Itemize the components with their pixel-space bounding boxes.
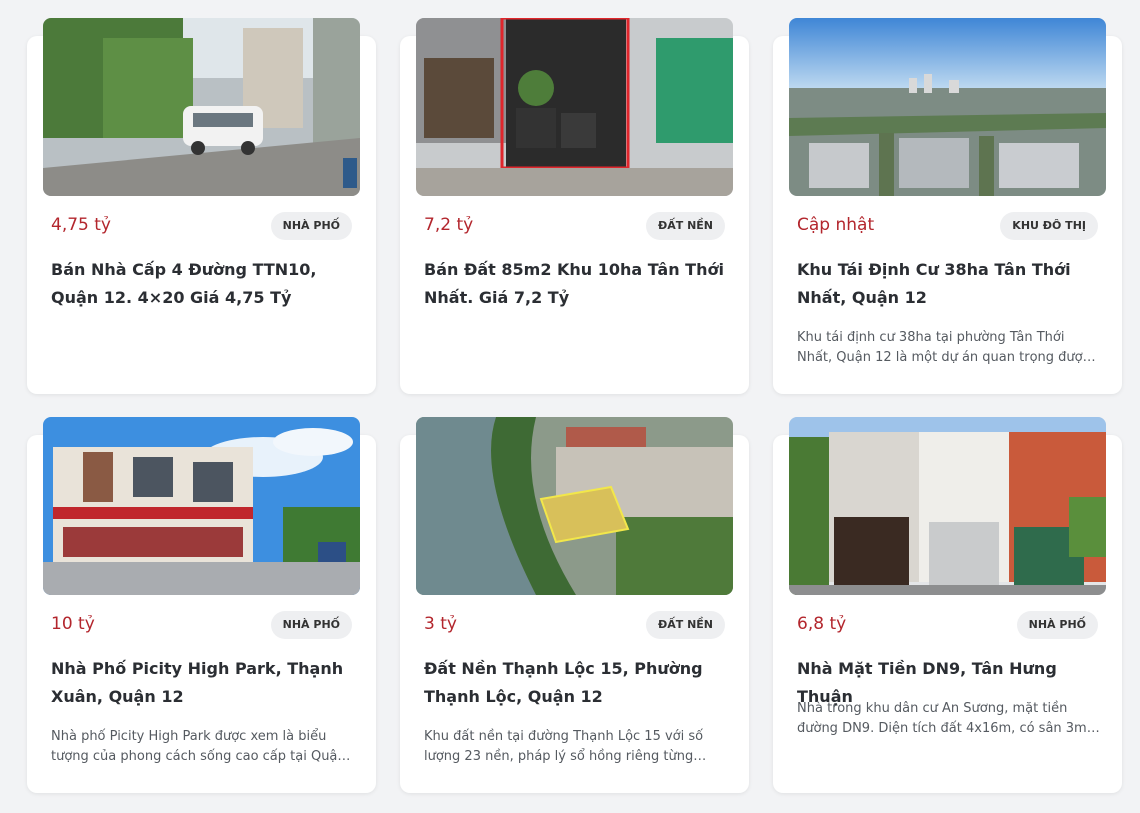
listing-photo[interactable]: [789, 417, 1106, 595]
category-badge[interactable]: KHU ĐÔ THỊ: [1000, 212, 1098, 240]
listing-price: 3 tỷ: [424, 614, 457, 634]
category-badge[interactable]: ĐẤT NỀN: [646, 611, 725, 639]
listing-price: Cập nhật: [797, 215, 875, 235]
listing-photo[interactable]: [416, 417, 733, 595]
listing-description: Nhà trong khu dân cư An Sương, mặt tiền …: [797, 701, 1091, 736]
listing-price: 4,75 tỷ: [51, 215, 111, 235]
listing-description: Nhà phố Picity High Park được xem là biể…: [51, 729, 346, 764]
listing-title[interactable]: Nhà Phố Picity High Park, Thạnh Xuân, Qu…: [51, 655, 360, 711]
listing-description: Khu tái định cư 38ha tại phường Tân Thới…: [797, 330, 1090, 365]
listing-card[interactable]: 4,75 tỷ NHÀ PHỐ Bán Nhà Cấp 4 Đường TTN1…: [27, 18, 376, 394]
listing-card[interactable]: 3 tỷ ĐẤT NỀN Đất Nền Thạnh Lộc 15, Phườn…: [400, 417, 749, 793]
listing-photo[interactable]: [789, 18, 1106, 196]
listing-title[interactable]: Đất Nền Thạnh Lộc 15, Phường Thạnh Lộc, …: [424, 655, 733, 711]
listing-title[interactable]: Bán Đất 85m2 Khu 10ha Tân Thới Nhất. Giá…: [424, 256, 733, 312]
listing-card[interactable]: 10 tỷ NHÀ PHỐ Nhà Phố Picity High Park, …: [27, 417, 376, 793]
listing-title[interactable]: Khu Tái Định Cư 38ha Tân Thới Nhất, Quận…: [797, 256, 1106, 312]
listing-price: 7,2 tỷ: [424, 215, 474, 235]
listing-card[interactable]: 7,2 tỷ ĐẤT NỀN Bán Đất 85m2 Khu 10ha Tân…: [400, 18, 749, 394]
listing-title[interactable]: Bán Nhà Cấp 4 Đường TTN10, Quận 12. 4×20…: [51, 256, 360, 312]
category-badge[interactable]: NHÀ PHỐ: [270, 212, 352, 240]
listing-description: Khu đất nền tại đường Thạnh Lộc 15 với s…: [424, 729, 704, 764]
category-badge[interactable]: ĐẤT NỀN: [646, 212, 725, 240]
listing-photo[interactable]: [43, 18, 360, 196]
listing-card[interactable]: 6,8 tỷ NHÀ PHỐ Nhà Mặt Tiền DN9, Tân Hưn…: [773, 417, 1122, 793]
listing-price: 6,8 tỷ: [797, 614, 847, 634]
listing-grid: 4,75 tỷ NHÀ PHỐ Bán Nhà Cấp 4 Đường TTN1…: [27, 18, 1122, 793]
listing-photo[interactable]: [43, 417, 360, 595]
category-badge[interactable]: NHÀ PHỐ: [1016, 611, 1098, 639]
listing-card[interactable]: Cập nhật KHU ĐÔ THỊ Khu Tái Định Cư 38ha…: [773, 18, 1122, 394]
listing-price: 10 tỷ: [51, 614, 95, 634]
category-badge[interactable]: NHÀ PHỐ: [270, 611, 352, 639]
listing-photo[interactable]: [416, 18, 733, 196]
